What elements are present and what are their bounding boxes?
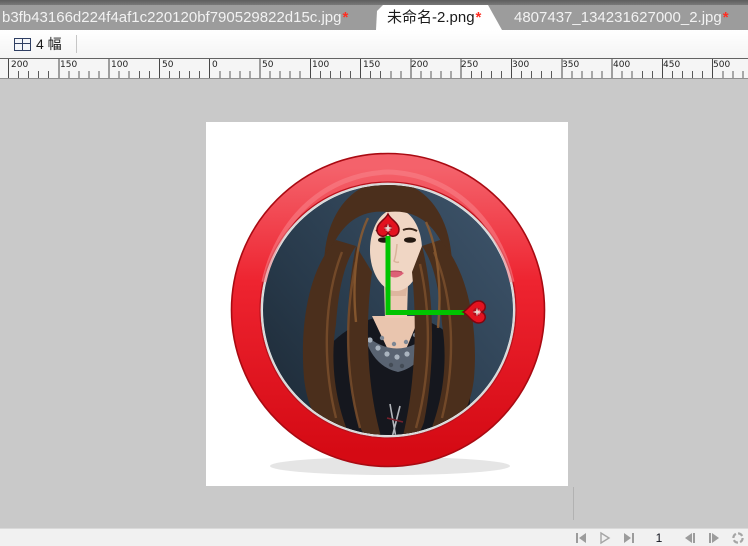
ruler-tick-label: 50 xyxy=(162,60,173,70)
loop-button[interactable] xyxy=(730,530,745,545)
ruler-tick-label: 200 xyxy=(411,60,428,70)
play-button[interactable] xyxy=(597,530,612,545)
ruler-tick-label: 200 xyxy=(11,60,28,70)
tab-document-2-active[interactable]: 未命名-2.png* xyxy=(376,5,502,30)
tab-document-3[interactable]: 4807437_134231627000_2.jpg* xyxy=(510,5,748,30)
ruler-tick-label: 500 xyxy=(713,60,730,70)
right-eye xyxy=(404,237,416,243)
first-frame-icon xyxy=(574,531,588,545)
grid-2x2-icon xyxy=(14,38,31,51)
ruler-tick-label: 0 xyxy=(212,60,218,70)
tab-document-1[interactable]: b3fb43166d224f4af1c220120bf790529822d15c… xyxy=(0,5,374,30)
frames-count-label: 4 幅 xyxy=(36,34,62,54)
canvas-divider-line xyxy=(573,487,574,520)
horizontal-ruler[interactable]: 200 150 100 50 0 50 100 150 200 250 300 … xyxy=(0,58,748,79)
canvas-area[interactable] xyxy=(0,80,748,528)
ruler-tick-label: 100 xyxy=(111,60,128,70)
ruler-tick-label: 250 xyxy=(461,60,478,70)
document-tab-bar: b3fb43166d224f4af1c220120bf790529822d15c… xyxy=(0,5,748,30)
loop-icon xyxy=(731,531,745,545)
last-frame-button[interactable] xyxy=(621,530,636,545)
modified-asterisk: * xyxy=(475,9,482,26)
ruler-tick-label: 100 xyxy=(312,60,329,70)
animation-playback-controls: 1 xyxy=(573,529,745,546)
tab-label: b3fb43166d224f4af1c220120bf790529822d15c… xyxy=(2,9,342,26)
view-toolbar: 4 幅 xyxy=(0,30,748,58)
frames-indicator-button[interactable]: 4 幅 xyxy=(10,33,66,55)
ruler-tick-label: 50 xyxy=(262,60,273,70)
artboard[interactable] xyxy=(206,122,568,486)
ruler-tick-label: 400 xyxy=(613,60,630,70)
previous-frame-button[interactable] xyxy=(682,530,697,545)
ruler-tick-label: 450 xyxy=(663,60,680,70)
ruler-tick-label: 150 xyxy=(363,60,380,70)
ruler-tick-label: 300 xyxy=(512,60,529,70)
next-frame-button[interactable] xyxy=(706,530,721,545)
ruler-tick-label: 350 xyxy=(562,60,579,70)
modified-asterisk: * xyxy=(722,9,729,26)
current-frame-number: 1 xyxy=(655,531,663,545)
artboard-graphics xyxy=(206,122,568,486)
next-frame-icon xyxy=(707,531,721,545)
last-frame-icon xyxy=(622,531,636,545)
play-icon xyxy=(598,531,612,545)
toolbar-separator xyxy=(76,35,77,53)
first-frame-button[interactable] xyxy=(573,530,588,545)
status-bar: 1 xyxy=(0,528,748,546)
ruler-tick-label: 150 xyxy=(60,60,77,70)
tab-label: 4807437_134231627000_2.jpg xyxy=(514,9,722,26)
modified-asterisk: * xyxy=(342,9,349,26)
previous-frame-icon xyxy=(683,531,697,545)
tab-label: 未命名-2.png xyxy=(387,9,475,26)
